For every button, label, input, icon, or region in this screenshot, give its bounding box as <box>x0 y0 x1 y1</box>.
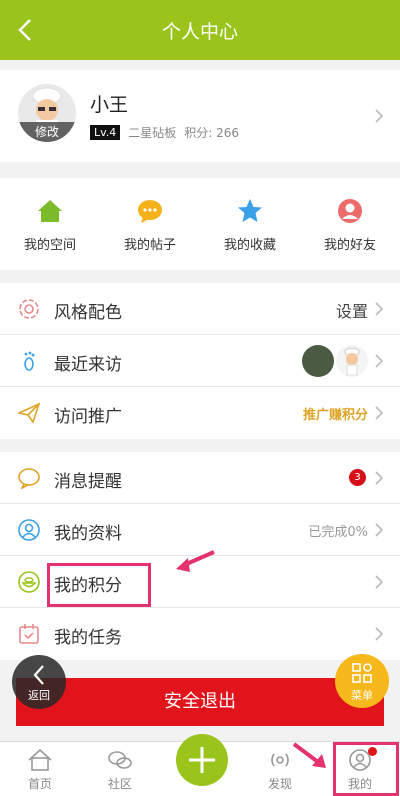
row-my-tasks[interactable]: 我的任务 <box>0 608 400 660</box>
floating-menu-label: 菜单 <box>351 689 373 702</box>
quick-my-friends[interactable]: 我的好友 <box>300 178 400 270</box>
chevron-right-icon <box>375 523 384 537</box>
pointer-arrow-icon <box>176 550 215 572</box>
home-icon <box>38 200 62 222</box>
points-text: 积分: 266 <box>184 126 240 140</box>
tab-community[interactable]: 社区 <box>80 742 160 796</box>
chat-bubble-icon <box>138 200 162 223</box>
chevron-right-icon <box>375 406 384 420</box>
calendar-check-icon <box>19 624 39 644</box>
row-label: 消息提醒 <box>54 472 122 492</box>
chevron-right-icon <box>375 575 384 589</box>
tab-home[interactable]: 首页 <box>0 742 80 796</box>
settings-group-1: 风格配色 设置 最近来访 访问推广 推广赚积分 <box>0 283 400 439</box>
row-recent-visitors[interactable]: 最近来访 <box>0 335 400 387</box>
profile-card[interactable]: 修改 小王 Lv.4 二星砧板 积分: 266 <box>0 70 400 162</box>
row-promotion[interactable]: 访问推广 推广赚积分 <box>0 387 400 439</box>
person-icon <box>338 199 362 223</box>
paper-plane-icon <box>18 402 40 424</box>
star-icon <box>238 199 262 222</box>
quick-my-favorites[interactable]: 我的收藏 <box>200 178 300 270</box>
post-plus-button[interactable] <box>176 734 228 786</box>
user-level-line: Lv.4 二星砧板 积分: 266 <box>90 124 239 141</box>
plus-icon <box>189 747 215 773</box>
visitor-avatar[interactable] <box>336 345 368 377</box>
quick-label: 我的好友 <box>323 238 376 253</box>
row-value: 设置 <box>335 302 368 321</box>
level-badge: Lv.4 <box>90 125 121 140</box>
highlight-box-my-points <box>47 563 151 607</box>
chat-bubbles-icon <box>108 751 132 769</box>
flower-icon <box>19 299 39 319</box>
chef-avatar-icon <box>344 347 360 376</box>
chevron-right-icon <box>375 302 384 316</box>
coin-pot-icon <box>18 571 40 593</box>
row-label: 我的任务 <box>54 628 122 648</box>
page-title: 个人中心 <box>161 21 238 43</box>
chevron-left-icon <box>33 665 44 685</box>
grid-menu-icon <box>352 663 372 683</box>
top-bar: 个人中心 <box>0 0 400 60</box>
quick-label: 我的空间 <box>23 238 76 253</box>
quick-label: 我的收藏 <box>223 238 276 253</box>
row-value: 推广赚积分 <box>302 408 368 423</box>
floating-back-button[interactable]: 返回 <box>12 655 66 709</box>
quick-my-space[interactable]: 我的空间 <box>0 178 100 270</box>
visitor-avatar[interactable] <box>302 345 334 377</box>
tab-label: 发现 <box>267 777 292 791</box>
row-label: 最近来访 <box>54 355 122 375</box>
quick-my-posts[interactable]: 我的帖子 <box>100 178 200 270</box>
row-label: 风格配色 <box>54 303 122 323</box>
footprint-icon <box>24 351 35 371</box>
tab-label: 首页 <box>27 777 52 791</box>
row-label: 我的资料 <box>54 524 122 544</box>
pointer-arrow-icon <box>292 742 326 768</box>
logout-button[interactable]: 安全退出 <box>16 678 384 726</box>
home-outline-icon <box>28 748 52 771</box>
unread-count-badge: 3 <box>349 469 366 486</box>
rank-title: 二星砧板 <box>128 126 177 140</box>
row-theme-color[interactable]: 风格配色 设置 <box>0 283 400 335</box>
quick-actions: 我的空间 我的帖子 我的收藏 我的好友 <box>0 178 400 270</box>
row-label: 访问推广 <box>54 407 122 427</box>
row-value: 已完成0% <box>308 525 368 540</box>
floating-back-label: 返回 <box>28 689 50 702</box>
floating-menu-button[interactable]: 菜单 <box>335 654 389 708</box>
message-icon <box>18 468 40 489</box>
username: 小王 <box>90 94 129 116</box>
chevron-right-icon <box>375 627 384 641</box>
avatar-edit-label[interactable]: 修改 <box>18 122 76 142</box>
chevron-right-icon <box>375 354 384 368</box>
highlight-box-tab-me <box>333 742 399 796</box>
quick-label: 我的帖子 <box>123 238 176 253</box>
row-notifications[interactable]: 消息提醒 3 <box>0 452 400 504</box>
tab-label: 社区 <box>107 777 132 791</box>
user-circle-icon <box>18 519 40 541</box>
chevron-right-icon <box>375 471 384 485</box>
chevron-right-icon <box>375 109 384 123</box>
avatar[interactable]: 修改 <box>18 84 76 142</box>
